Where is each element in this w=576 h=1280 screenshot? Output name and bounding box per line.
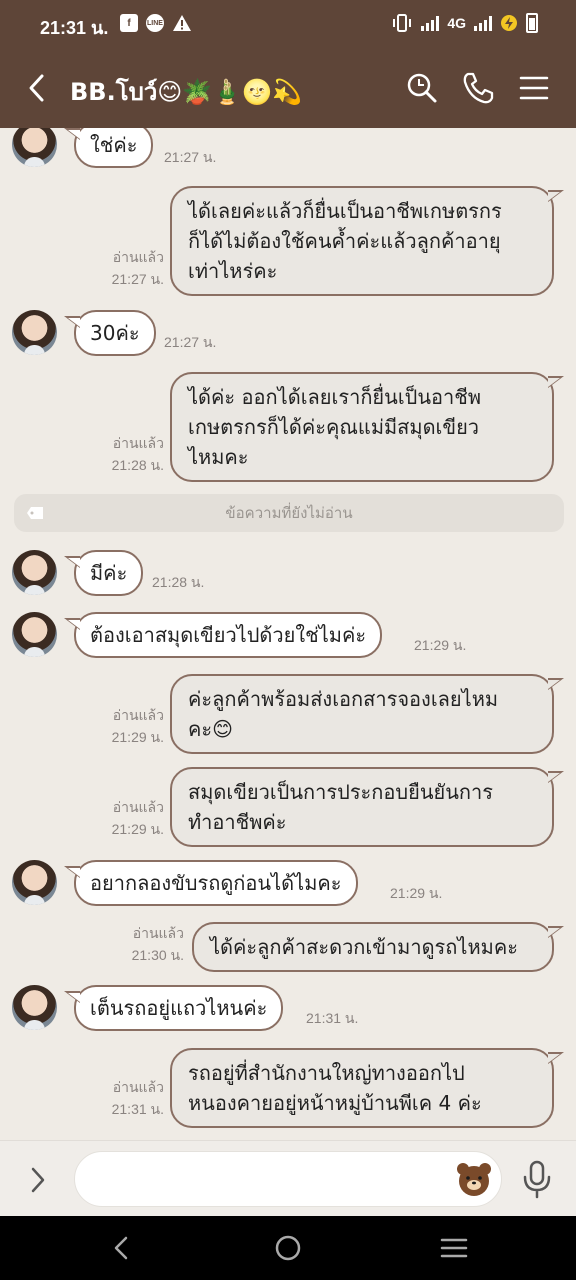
read-status: อ่านแล้ว bbox=[112, 707, 164, 723]
message-time: 21:28 น. bbox=[111, 457, 164, 473]
read-receipt-group: อ่านแล้ว 21:30 น. bbox=[124, 922, 184, 966]
read-status: อ่านแล้ว bbox=[112, 799, 164, 815]
message-time: 21:31 น. bbox=[306, 1010, 359, 1026]
read-status: อ่านแล้ว bbox=[112, 435, 164, 451]
system-navigation-bar bbox=[0, 1216, 576, 1280]
contact-avatar[interactable] bbox=[12, 985, 57, 1030]
back-arrow-icon[interactable] bbox=[22, 70, 54, 106]
outgoing-message[interactable]: ได้เลยค่ะแล้วก็ยื่นเป็นอาชีพเกษตรกร ก็ได… bbox=[170, 186, 564, 296]
incoming-message[interactable]: 30ค่ะ bbox=[64, 310, 156, 356]
battery-saver-icon bbox=[501, 15, 517, 31]
read-receipt-group: อ่านแล้ว 21:28 น. bbox=[104, 432, 164, 476]
outgoing-message[interactable]: ได้ค่ะ ออกได้เลยเราก็ยื่นเป็นอาชีพ เกษตร… bbox=[170, 372, 564, 482]
message-time: 21:27 น. bbox=[164, 149, 217, 165]
message-input[interactable] bbox=[74, 1151, 502, 1207]
nav-back-icon[interactable] bbox=[106, 1232, 138, 1264]
contact-avatar[interactable] bbox=[12, 612, 57, 657]
read-receipt-group: อ่านแล้ว 21:27 น. bbox=[104, 246, 164, 290]
outgoing-message[interactable]: สมุดเขียวเป็นการประกอบยืนยันการ ทำอาชีพค… bbox=[170, 767, 564, 847]
battery-icon bbox=[526, 13, 538, 33]
read-receipt-group: อ่านแล้ว 21:29 น. bbox=[104, 796, 164, 840]
microphone-icon[interactable] bbox=[520, 1159, 554, 1199]
phone-call-icon[interactable] bbox=[460, 70, 496, 106]
facebook-icon: f bbox=[120, 14, 138, 32]
contact-avatar[interactable] bbox=[12, 310, 57, 355]
signal-icon-2 bbox=[474, 15, 492, 31]
message-time: 21:29 น. bbox=[414, 637, 467, 653]
incoming-message[interactable]: ต้องเอาสมุดเขียวไปด้วยใช่ไมค่ะ bbox=[63, 612, 383, 658]
read-receipt-group: อ่านแล้ว 21:31 น. bbox=[104, 1076, 164, 1120]
incoming-message[interactable]: มีค่ะ bbox=[63, 550, 144, 596]
contact-avatar[interactable] bbox=[12, 128, 57, 167]
unread-divider: ข้อความที่ยังไม่อ่าน bbox=[14, 494, 564, 532]
incoming-message[interactable]: ใช่ค่ะ bbox=[63, 128, 154, 168]
message-time: 21:31 น. bbox=[111, 1101, 164, 1117]
contact-avatar[interactable] bbox=[12, 550, 57, 595]
outgoing-message[interactable]: ได้ค่ะลูกค้าสะดวกเข้ามาดูรถไหมคะ bbox=[192, 922, 564, 972]
nav-recents-icon[interactable] bbox=[438, 1232, 470, 1264]
chat-header: BB.โบว์😊🪴🎍🌝💫 bbox=[0, 48, 576, 128]
nav-home-icon[interactable] bbox=[272, 1232, 304, 1264]
message-time: 21:29 น. bbox=[390, 885, 443, 901]
outgoing-message[interactable]: รถอยู่ที่สำนักงานใหญ่ทางออกไป หนองคายอยู… bbox=[170, 1048, 564, 1128]
outgoing-message[interactable]: ค่ะลูกค้าพร้อมส่งเอกสารจองเลยไหม คะ😊 bbox=[170, 674, 564, 754]
message-time: 21:28 น. bbox=[152, 574, 205, 590]
status-time: 21:31 น. bbox=[40, 18, 109, 38]
message-time: 21:30 น. bbox=[131, 947, 184, 963]
read-status: อ่านแล้ว bbox=[112, 249, 164, 265]
unread-tag-icon bbox=[27, 507, 43, 519]
expand-chevron-icon[interactable] bbox=[22, 1163, 52, 1197]
message-time: 21:29 น. bbox=[111, 729, 164, 745]
line-notification-icon: LINE bbox=[146, 14, 164, 32]
read-status: อ่านแล้ว bbox=[112, 1079, 164, 1095]
read-status: อ่านแล้ว bbox=[132, 925, 184, 941]
sticker-bear-icon[interactable] bbox=[456, 1161, 492, 1197]
status-bar: 21:31 น. f LINE 4G bbox=[0, 0, 576, 48]
message-time: 21:27 น. bbox=[164, 334, 217, 350]
read-receipt-group: อ่านแล้ว 21:29 น. bbox=[104, 704, 164, 748]
signal-icon bbox=[421, 15, 440, 31]
message-time: 21:29 น. bbox=[111, 821, 164, 837]
incoming-message[interactable]: เต็นรถอยู่แถวไหนค่ะ bbox=[63, 985, 284, 1031]
warning-icon bbox=[173, 15, 191, 31]
incoming-message[interactable]: อยากลองขับรถดูก่อนได้ไมคะ bbox=[64, 860, 358, 906]
search-icon[interactable] bbox=[404, 70, 440, 106]
message-time: 21:27 น. bbox=[111, 271, 164, 287]
menu-icon[interactable] bbox=[516, 70, 552, 106]
chat-message-list[interactable]: ใช่ค่ะ 21:27 น. อ่านแล้ว 21:27 น. ได้เลย… bbox=[0, 128, 576, 1140]
message-composer bbox=[0, 1140, 576, 1216]
contact-avatar[interactable] bbox=[12, 860, 57, 905]
chat-title: BB.โบว์😊🪴🎍🌝💫 bbox=[70, 78, 302, 106]
network-type: 4G bbox=[447, 15, 466, 31]
vibrate-icon bbox=[393, 14, 412, 32]
